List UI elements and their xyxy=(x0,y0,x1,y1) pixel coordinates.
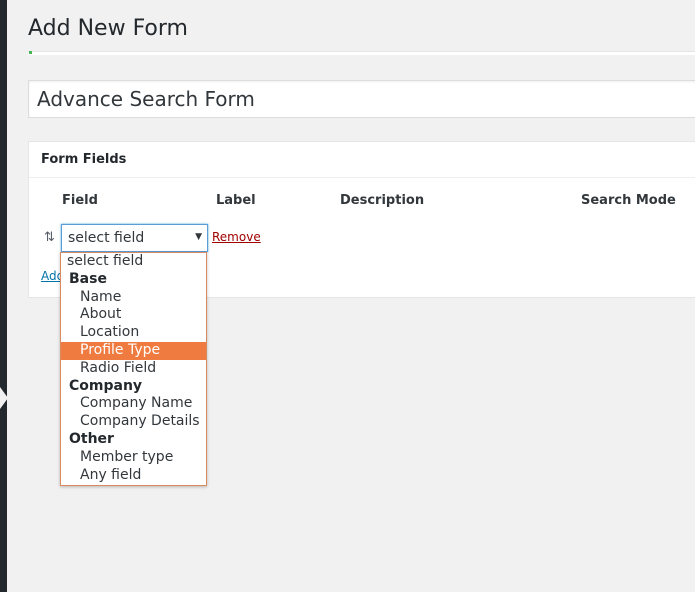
dropdown-option-name[interactable]: Name xyxy=(61,289,206,307)
column-header-description: Description xyxy=(340,193,425,208)
dropdown-option-location[interactable]: Location xyxy=(61,324,206,342)
field-dropdown-list: select field Base Name About Location Pr… xyxy=(60,252,207,486)
up-down-arrows-icon[interactable]: ⇅ xyxy=(44,230,55,245)
sidebar-current-indicator xyxy=(0,387,8,409)
caret-down-icon: ▼ xyxy=(195,232,202,242)
dropdown-group-base: Base xyxy=(69,270,107,287)
dropdown-option-profile-type[interactable]: Profile Type xyxy=(61,341,206,360)
remove-field-link[interactable]: Remove xyxy=(212,230,261,244)
title-divider xyxy=(28,51,695,55)
column-header-label: Label xyxy=(216,193,256,208)
dropdown-group-other: Other xyxy=(69,430,114,447)
field-select[interactable]: select field ▼ xyxy=(61,224,208,252)
dropdown-option-radio-field[interactable]: Radio Field xyxy=(61,360,206,378)
dropdown-option-member-type[interactable]: Member type xyxy=(61,449,206,467)
field-select-value: select field xyxy=(68,230,145,246)
title-divider-accent xyxy=(29,51,32,54)
dropdown-option-company-details[interactable]: Company Details xyxy=(61,413,206,431)
page-title: Add New Form xyxy=(28,16,188,41)
form-name-input[interactable] xyxy=(28,80,695,118)
dropdown-option-about[interactable]: About xyxy=(61,306,206,324)
panel-header: Form Fields xyxy=(29,142,695,178)
dropdown-option-select-field[interactable]: select field xyxy=(61,253,206,271)
dropdown-group-company: Company xyxy=(69,377,143,394)
dropdown-option-any-field[interactable]: Any field xyxy=(61,467,206,485)
column-header-field: Field xyxy=(62,193,98,208)
column-header-search-mode: Search Mode xyxy=(581,193,676,208)
panel-title: Form Fields xyxy=(41,152,127,167)
admin-sidebar xyxy=(0,0,7,592)
dropdown-option-company-name[interactable]: Company Name xyxy=(61,395,206,413)
